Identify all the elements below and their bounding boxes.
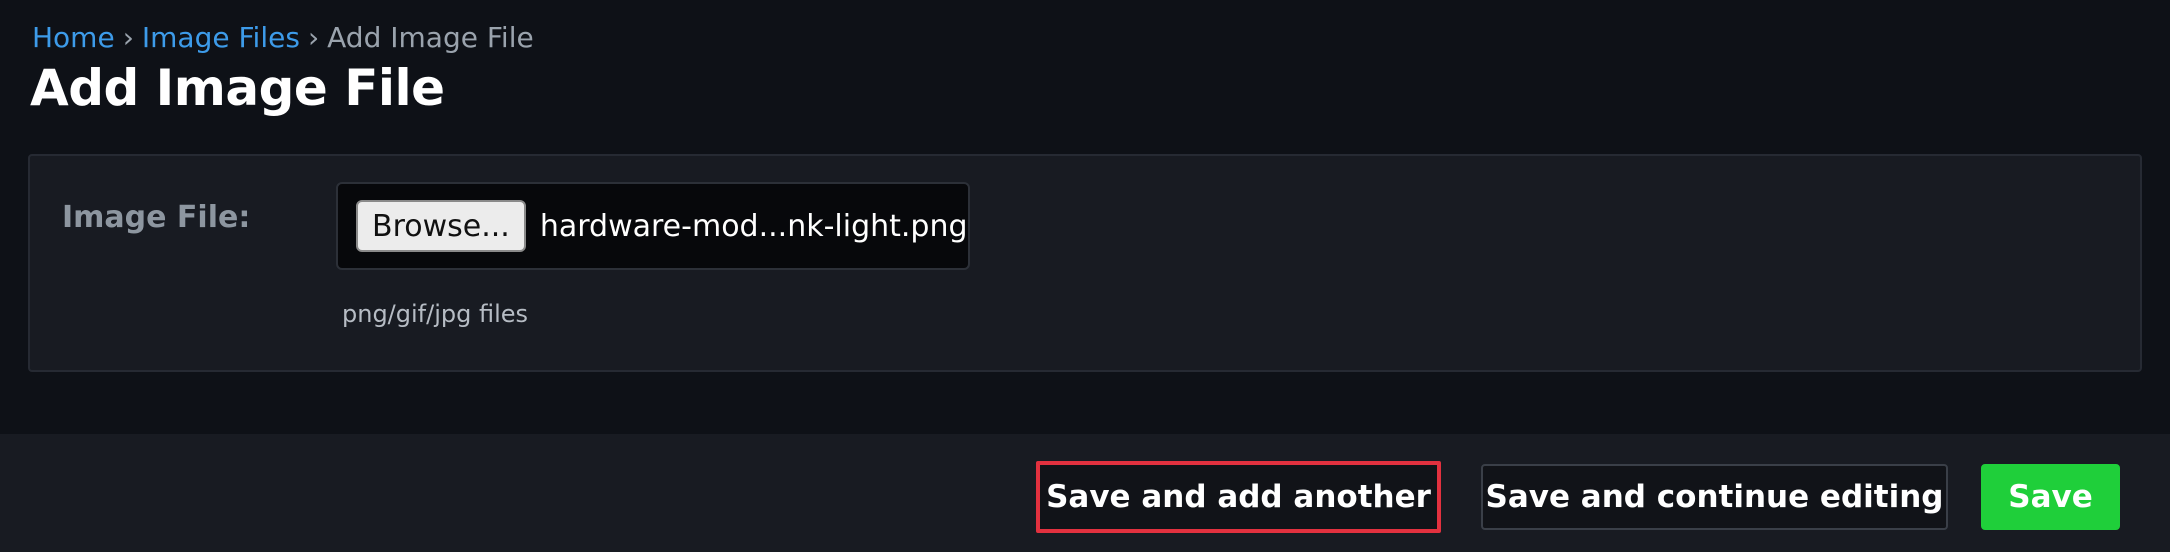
form-panel: Image File: Browse... hardware-mod...nk-… (28, 154, 2142, 372)
breadcrumb-home-link[interactable]: Home (32, 21, 115, 54)
submit-row: Save and add another Save and continue e… (0, 434, 2170, 552)
browse-button[interactable]: Browse... (356, 200, 526, 252)
page-title: Add Image File (30, 59, 445, 117)
save-and-add-another-button[interactable]: Save and add another (1036, 461, 1441, 533)
image-file-input[interactable]: Browse... hardware-mod...nk-light.png (336, 182, 970, 270)
breadcrumb-separator: › (307, 21, 320, 54)
breadcrumb: Home › Image Files › Add Image File (32, 18, 534, 58)
selected-file-name: hardware-mod...nk-light.png (539, 208, 968, 244)
save-button[interactable]: Save (1981, 464, 2120, 530)
breadcrumb-separator: › (122, 21, 134, 54)
breadcrumb-image-files-link[interactable]: Image Files (142, 21, 300, 54)
admin-page: Home › Image Files › Add Image File Add Imag… (0, 0, 2170, 552)
image-file-help-text: png/gif/jpg files (342, 300, 529, 328)
image-file-label: Image File: (62, 200, 251, 235)
breadcrumb-current: Add Image File (327, 21, 534, 54)
save-and-continue-editing-button[interactable]: Save and continue editing (1481, 464, 1948, 530)
